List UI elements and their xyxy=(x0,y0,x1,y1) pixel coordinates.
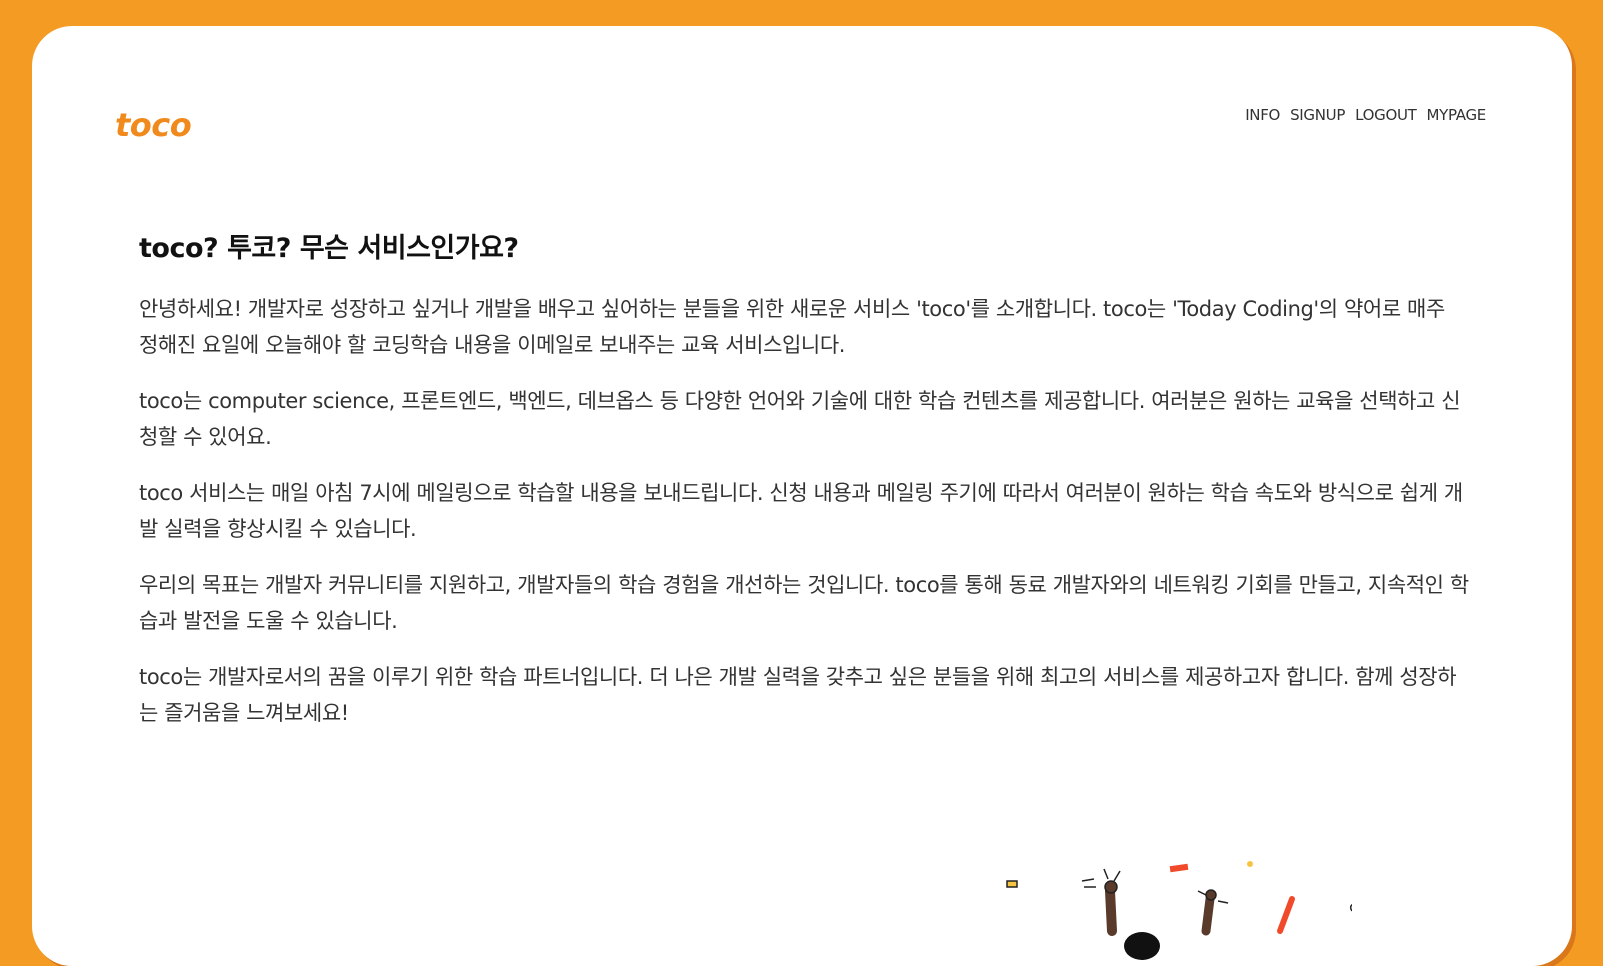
closing-paragraph: toco는 개발자로서의 꿈을 이루기 위한 학습 파트너입니다. 더 나은 개… xyxy=(139,665,1457,725)
flag-icon xyxy=(1006,880,1018,888)
page-title: toco? 투코? 무슨 서비스인가요? xyxy=(139,233,519,264)
schedule-paragraph: toco 서비스는 매일 아침 7시에 메일링으로 학습할 내용을 보내드립니다… xyxy=(139,481,1463,541)
top-nav: INFO SIGNUP LOGOUT MYPAGE xyxy=(1245,106,1486,124)
intro-paragraph: 안녕하세요! 개발자로 성장하고 싶거나 개발을 배우고 싶어하는 분들을 위한… xyxy=(139,297,1445,357)
nav-info-link[interactable]: INFO xyxy=(1245,106,1280,124)
nav-mypage-link[interactable]: MYPAGE xyxy=(1427,106,1487,124)
logo[interactable]: toco xyxy=(115,106,192,144)
content-card: toco INFO SIGNUP LOGOUT MYPAGE toco? 투코?… xyxy=(32,26,1572,966)
goal-paragraph: 우리의 목표는 개발자 커뮤니티를 지원하고, 개발자들의 학습 경험을 개선하… xyxy=(139,573,1469,633)
nav-signup-link[interactable]: SIGNUP xyxy=(1290,106,1345,124)
celebration-illustration xyxy=(1006,861,1352,960)
intro-section: toco? 투코? 무슨 서비스인가요? 안녕하세요! 개발자로 성장하고 싶거… xyxy=(139,226,1469,751)
content-paragraph: toco는 computer science, 프론트엔드, 백엔드, 데브옵스… xyxy=(139,389,1461,449)
nav-logout-link[interactable]: LOGOUT xyxy=(1355,106,1417,124)
